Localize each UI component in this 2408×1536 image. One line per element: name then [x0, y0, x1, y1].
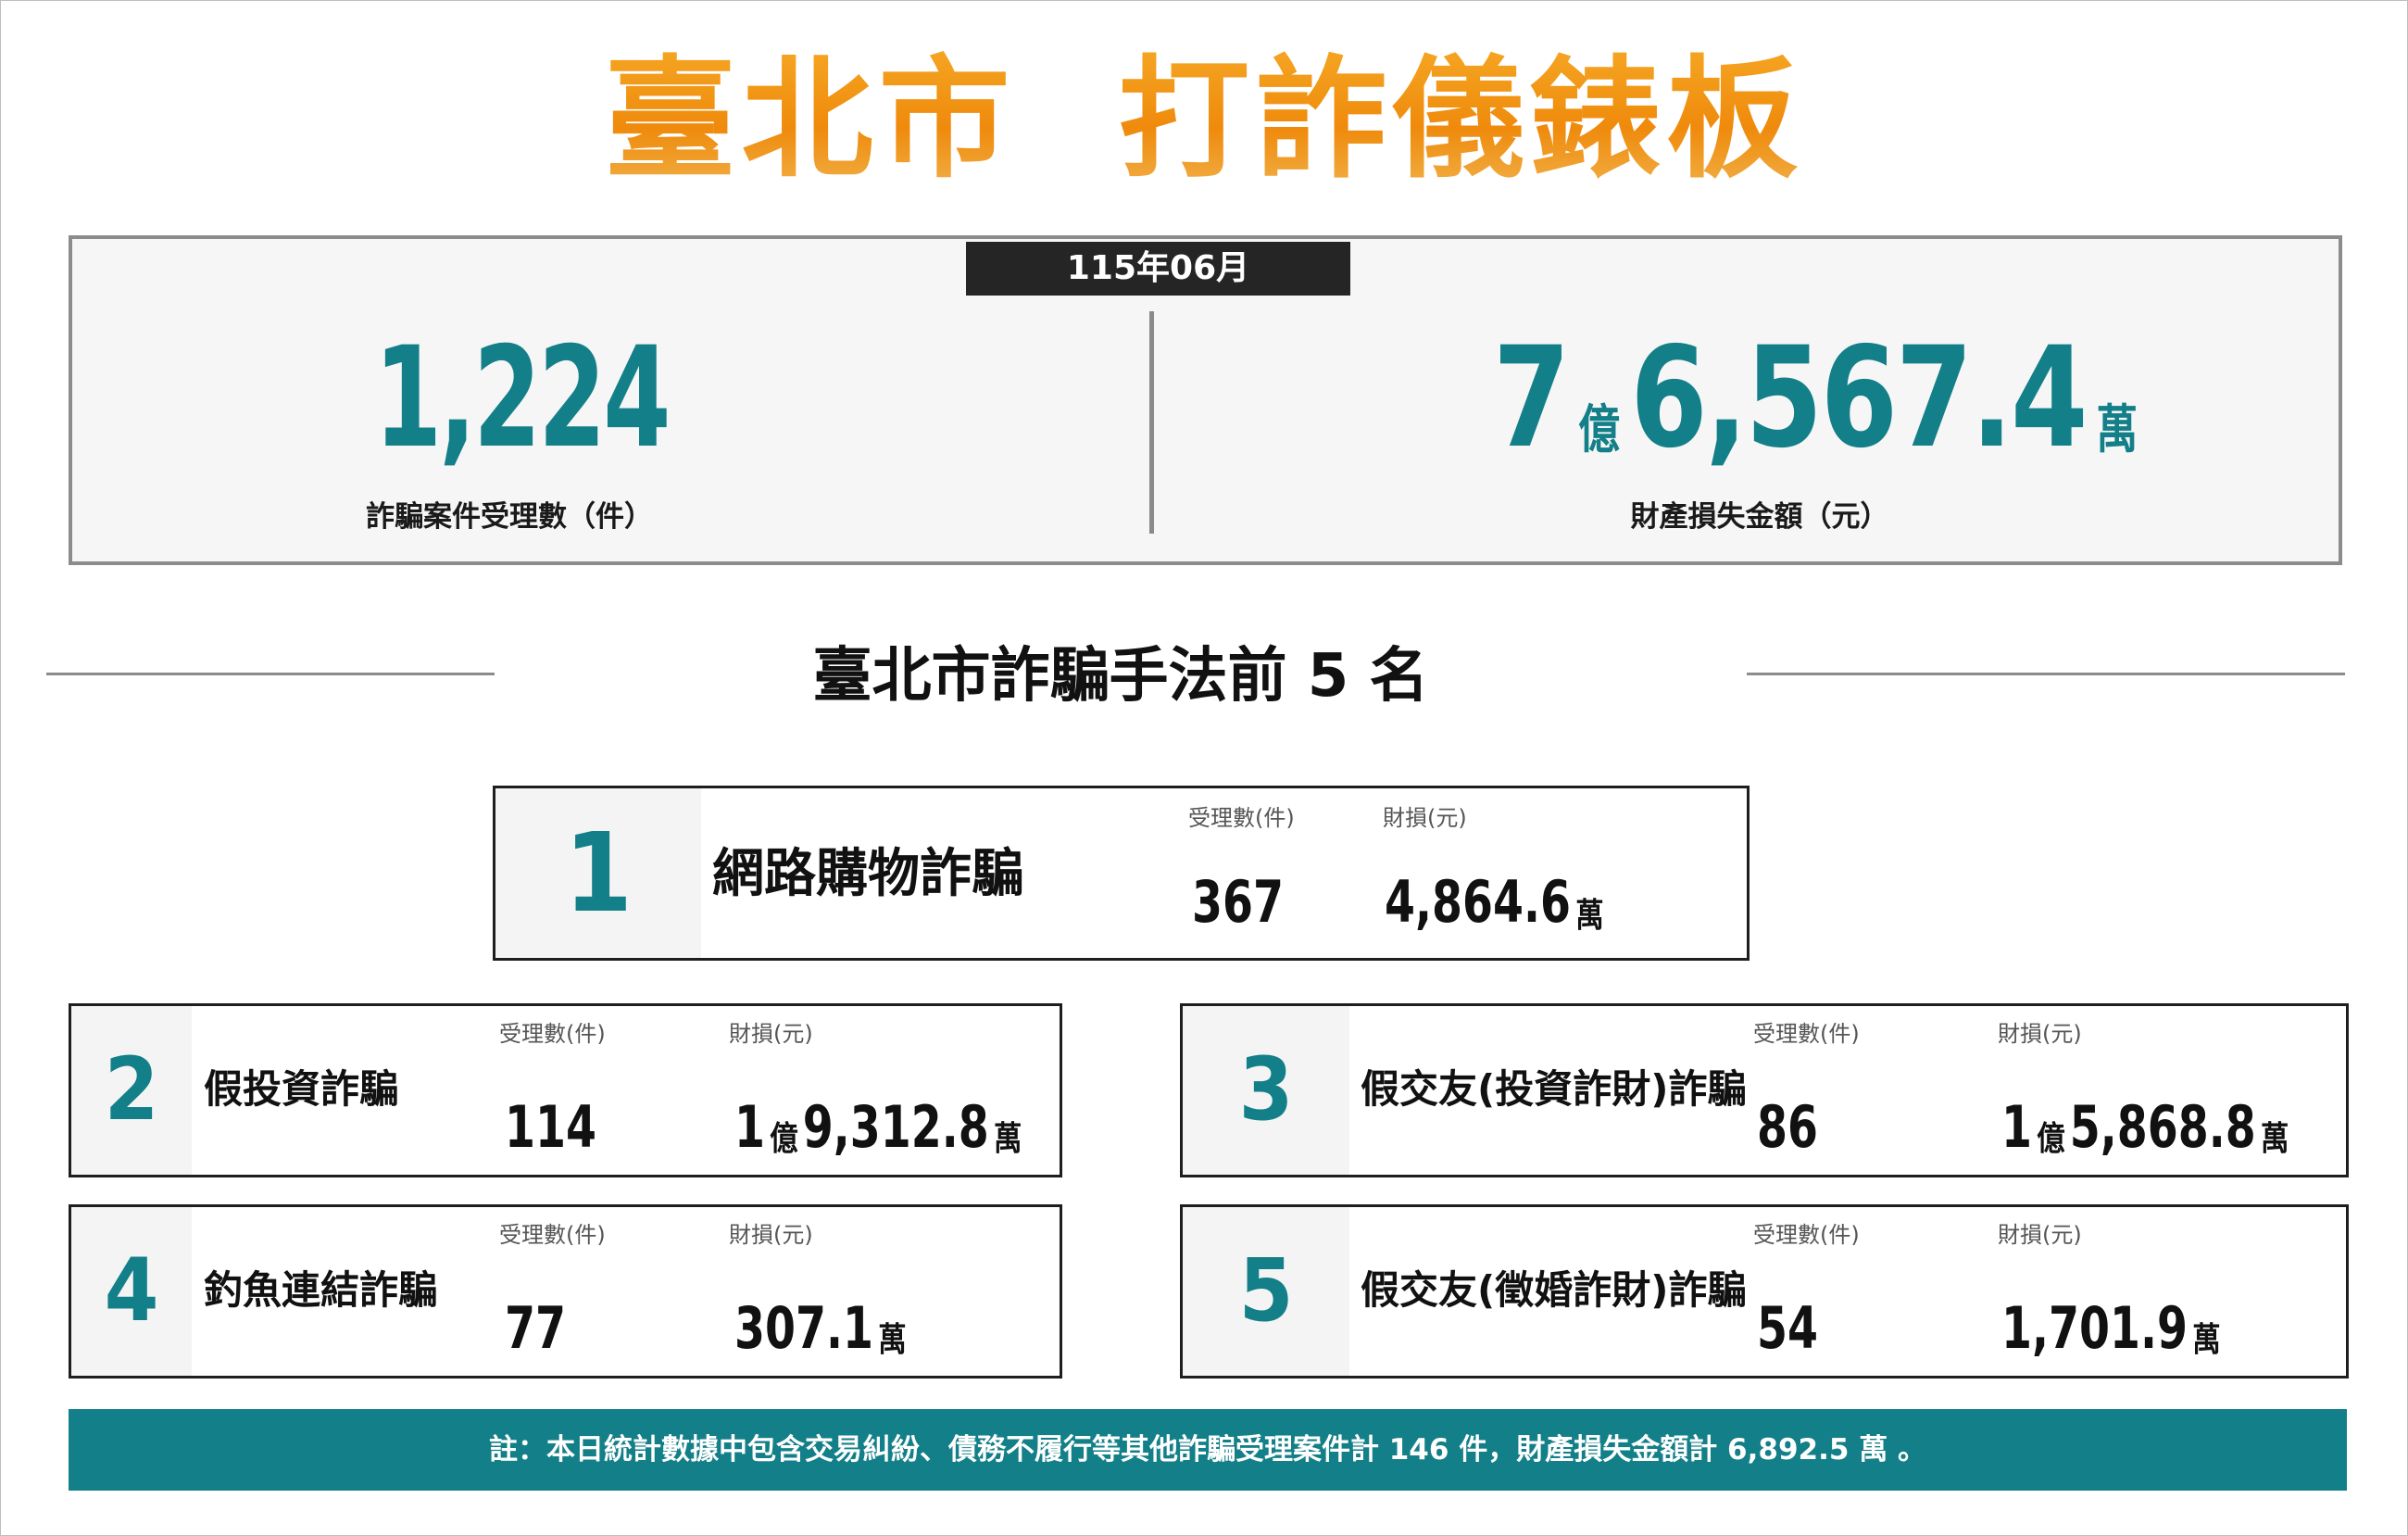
loss-label: 財損(元)	[1998, 1021, 2082, 1047]
month-badge: 115年06月	[966, 242, 1350, 296]
scam-type-name: 假投資詐騙	[204, 1066, 399, 1112]
loss-label: 財損(元)	[1998, 1222, 2082, 1248]
page-title: 臺北市 打詐儀錶板	[0, 46, 2408, 195]
rank-number: 4	[71, 1207, 192, 1376]
loss-wan-unit: 萬	[993, 1120, 1022, 1158]
loss-label: 財損(元)	[729, 1222, 813, 1248]
loss-wan: 4,864.6	[1385, 868, 1571, 936]
cases-label: 受理數(件)	[1188, 805, 1295, 831]
loss-yi-unit: 億	[2037, 1120, 2065, 1158]
scam-type-name: 網路購物詐騙	[712, 844, 1023, 904]
loss-wan: 5,868.8	[2069, 1093, 2256, 1161]
section-title: 臺北市詐騙手法前 5 名	[812, 642, 1429, 711]
cases-value: 54	[1757, 1294, 1818, 1362]
cases-label: 受理數(件)	[1753, 1021, 1860, 1047]
loss-value: 4,864.6 萬	[1385, 868, 1609, 937]
cases-label: 受理數(件)	[1753, 1222, 1860, 1248]
rank-card-1: 1 網路購物詐騙 受理數(件) 財損(元) 367 4,864.6 萬	[493, 786, 1750, 961]
cases-label: 受理數(件)	[499, 1222, 606, 1248]
rank-number: 3	[1183, 1006, 1349, 1175]
loss-value: 307.1 萬	[734, 1296, 911, 1361]
cases-value: 367	[1192, 868, 1284, 936]
rank-card-4: 4 釣魚連結詐騙 受理數(件) 財損(元) 77 307.1 萬	[69, 1204, 1062, 1379]
footer-note: 註：本日統計數據中包含交易糾紛、債務不履行等其他詐騙受理案件計 146 件，財產…	[69, 1409, 2347, 1491]
loss-total: 7 億 6,567.4 萬	[1493, 329, 2148, 468]
loss-label: 財損(元)	[729, 1021, 813, 1047]
rank-number: 1	[495, 788, 701, 958]
cases-caption: 詐騙案件受理數（件）	[366, 500, 653, 534]
cases-value: 114	[505, 1093, 596, 1161]
scam-type-name: 釣魚連結詐騙	[204, 1267, 438, 1313]
cases-total: 1,224	[374, 318, 671, 479]
loss-total-yi-unit: 億	[1578, 400, 1621, 460]
loss-caption: 財產損失金額（元）	[1630, 500, 1889, 534]
cases-value: 86	[1757, 1093, 1818, 1161]
loss-label: 財損(元)	[1383, 805, 1467, 831]
loss-wan: 9,312.8	[802, 1093, 989, 1161]
loss-wan-unit: 萬	[1575, 897, 1604, 935]
section-divider-left	[46, 673, 495, 675]
loss-wan-unit: 萬	[2192, 1321, 2221, 1359]
loss-value: 1 億 5,868.8 萬	[2001, 1095, 2294, 1160]
loss-value: 1,701.9 萬	[2001, 1296, 2226, 1361]
loss-yi: 1	[734, 1093, 765, 1161]
rank-number: 2	[71, 1006, 192, 1175]
cases-value: 77	[505, 1294, 566, 1362]
loss-value: 1 億 9,312.8 萬	[734, 1095, 1027, 1160]
scam-type-name: 假交友(投資詐財)詐騙	[1361, 1066, 1747, 1112]
loss-yi: 1	[2001, 1093, 2032, 1161]
cases-label: 受理數(件)	[499, 1021, 606, 1047]
loss-wan: 1,701.9	[2001, 1294, 2188, 1362]
rank-card-5: 5 假交友(徵婚詐財)詐騙 受理數(件) 財損(元) 54 1,701.9 萬	[1180, 1204, 2349, 1379]
loss-yi-unit: 億	[770, 1120, 798, 1158]
scam-type-name: 假交友(徵婚詐財)詐騙	[1361, 1267, 1747, 1313]
loss-wan: 307.1	[734, 1294, 873, 1362]
loss-total-wan-unit: 萬	[2096, 400, 2138, 460]
loss-total-yi: 7	[1493, 318, 1571, 479]
rank-card-3: 3 假交友(投資詐財)詐騙 受理數(件) 財損(元) 86 1 億 5,868.…	[1180, 1003, 2349, 1177]
loss-total-wan: 6,567.4	[1630, 318, 2088, 479]
rank-number: 5	[1183, 1207, 1349, 1376]
rank-card-2: 2 假投資詐騙 受理數(件) 財損(元) 114 1 億 9,312.8 萬	[69, 1003, 1062, 1177]
loss-wan-unit: 萬	[878, 1321, 907, 1359]
summary-divider	[1149, 311, 1154, 534]
loss-wan-unit: 萬	[2260, 1120, 2289, 1158]
section-divider-right	[1747, 673, 2345, 675]
